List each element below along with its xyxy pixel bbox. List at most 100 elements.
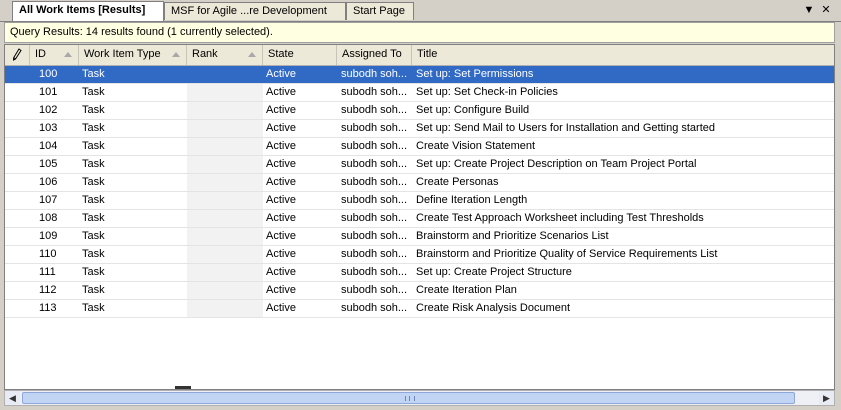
cell-assigned-to: subodh soh... <box>341 104 408 116</box>
table-row[interactable]: 108 Task Active subodh soh... Create Test Ap… <box>5 210 834 228</box>
document-tab-strip: All Work Items [Results] MSF for Agile .… <box>0 0 841 22</box>
splitter-handle[interactable] <box>175 386 191 389</box>
tab-start-page[interactable]: Start Page <box>346 2 414 20</box>
cell-work-item-type: Task <box>82 266 105 278</box>
cell-id: 107 <box>39 194 58 206</box>
cell-rank <box>187 282 263 299</box>
cell-title: Define Iteration Length <box>416 194 528 206</box>
column-header-rank[interactable]: Rank <box>187 45 263 65</box>
cell-state: Active <box>266 266 296 278</box>
column-header-assigned-to[interactable]: Assigned To <box>337 45 412 65</box>
tab-msf-for-agile[interactable]: MSF for Agile ...re Development <box>164 2 346 20</box>
cell-id: 109 <box>39 230 58 242</box>
cell-work-item-type: Task <box>82 68 105 80</box>
cell-title: Set up: Set Check-in Policies <box>416 86 558 98</box>
cell-rank <box>187 84 263 101</box>
sort-arrow-icon <box>64 52 72 57</box>
scroll-right-arrow-icon[interactable]: ▶ <box>819 391 834 405</box>
scrollbar-thumb[interactable] <box>22 392 795 404</box>
row-edit-cell <box>5 264 30 281</box>
column-header-title[interactable]: Title <box>412 45 834 65</box>
cell-rank <box>187 66 263 83</box>
table-row[interactable]: 110 Task Active subodh soh... Brainstorm and… <box>5 246 834 264</box>
horizontal-scrollbar[interactable]: ◀ ▶ <box>4 390 835 406</box>
row-edit-cell <box>5 120 30 137</box>
tab-label: All Work Items [Results] <box>19 4 146 16</box>
work-items-grid[interactable]: ID Work Item Type Rank State Assigned To… <box>4 44 835 390</box>
cell-state: Active <box>266 230 296 242</box>
cell-state: Active <box>266 176 296 188</box>
close-icon[interactable]: ✕ <box>818 3 834 17</box>
tab-all-work-items-results[interactable]: All Work Items [Results] <box>12 1 164 21</box>
cell-title: Set up: Set Permissions <box>416 68 534 80</box>
cell-assigned-to: subodh soh... <box>341 212 408 224</box>
cell-assigned-to: subodh soh... <box>341 86 408 98</box>
cell-id: 108 <box>39 212 58 224</box>
cell-state: Active <box>266 212 296 224</box>
cell-work-item-type: Task <box>82 284 105 296</box>
cell-work-item-type: Task <box>82 158 105 170</box>
cell-work-item-type: Task <box>82 248 105 260</box>
row-edit-cell <box>5 84 30 101</box>
column-header-label: Rank <box>192 48 218 60</box>
scroll-left-arrow-icon[interactable]: ◀ <box>5 391 20 405</box>
table-row[interactable]: 113 Task Active subodh soh... Create Risk An… <box>5 300 834 318</box>
cell-rank <box>187 264 263 281</box>
table-row[interactable]: 107 Task Active subodh soh... Define Iterati… <box>5 192 834 210</box>
column-header-label: Title <box>417 48 438 60</box>
cell-assigned-to: subodh soh... <box>341 248 408 260</box>
cell-assigned-to: subodh soh... <box>341 194 408 206</box>
cell-work-item-type: Task <box>82 140 105 152</box>
cell-rank <box>187 300 263 317</box>
cell-state: Active <box>266 158 296 170</box>
table-row[interactable]: 106 Task Active subodh soh... Create Persona… <box>5 174 834 192</box>
column-header-edit[interactable] <box>5 45 30 65</box>
cell-state: Active <box>266 122 296 134</box>
column-header-id[interactable]: ID <box>30 45 79 65</box>
cell-assigned-to: subodh soh... <box>341 284 408 296</box>
table-row[interactable]: 109 Task Active subodh soh... Brainstorm and… <box>5 228 834 246</box>
cell-id: 113 <box>39 302 57 314</box>
column-header-work-item-type[interactable]: Work Item Type <box>79 45 187 65</box>
cell-title: Brainstorm and Prioritize Scenarios List <box>416 230 609 242</box>
cell-state: Active <box>266 248 296 260</box>
table-row[interactable]: 112 Task Active subodh soh... Create Iterati… <box>5 282 834 300</box>
query-results-text: Query Results: 14 results found (1 curre… <box>10 26 273 38</box>
table-row[interactable]: 105 Task Active subodh soh... Set up: Create… <box>5 156 834 174</box>
sort-arrow-icon <box>172 52 180 57</box>
cell-assigned-to: subodh soh... <box>341 266 408 278</box>
cell-title: Create Risk Analysis Document <box>416 302 571 314</box>
sort-arrow-icon <box>248 52 256 57</box>
cell-state: Active <box>266 104 296 116</box>
cell-id: 111 <box>39 266 56 278</box>
cell-assigned-to: subodh soh... <box>341 140 408 152</box>
cell-rank <box>187 138 263 155</box>
row-edit-cell <box>5 246 30 263</box>
table-row[interactable]: 101 Task Active subodh soh... Set up: Set Ch… <box>5 84 834 102</box>
table-row[interactable]: 111 Task Active subodh soh... Set up: Create… <box>5 264 834 282</box>
cell-rank <box>187 174 263 191</box>
tab-label: MSF for Agile ...re Development <box>171 5 327 17</box>
cell-work-item-type: Task <box>82 302 105 314</box>
cell-title: Set up: Create Project Structure <box>416 266 572 278</box>
cell-id: 112 <box>39 284 57 296</box>
grid-rows: 100 Task Active subodh soh... Set up: Set Pe… <box>5 66 834 318</box>
cell-id: 101 <box>39 86 58 98</box>
cell-assigned-to: subodh soh... <box>341 122 408 134</box>
table-row[interactable]: 102 Task Active subodh soh... Set up: Config… <box>5 102 834 120</box>
row-edit-cell <box>5 174 30 191</box>
column-header-state[interactable]: State <box>263 45 337 65</box>
row-edit-cell <box>5 138 30 155</box>
cell-id: 105 <box>39 158 58 170</box>
cell-rank <box>187 246 263 263</box>
row-edit-cell <box>5 228 30 245</box>
cell-id: 103 <box>39 122 58 134</box>
row-edit-cell <box>5 102 30 119</box>
tab-list-dropdown-icon[interactable]: ▼ <box>801 3 817 17</box>
table-row[interactable]: 103 Task Active subodh soh... Set up: Send M… <box>5 120 834 138</box>
row-edit-cell <box>5 282 30 299</box>
table-row[interactable]: 104 Task Active subodh soh... Create Vision … <box>5 138 834 156</box>
query-results-info-bar: Query Results: 14 results found (1 curre… <box>4 22 835 43</box>
table-row[interactable]: 100 Task Active subodh soh... Set up: Set Pe… <box>5 66 834 84</box>
column-header-label: Assigned To <box>342 48 402 60</box>
